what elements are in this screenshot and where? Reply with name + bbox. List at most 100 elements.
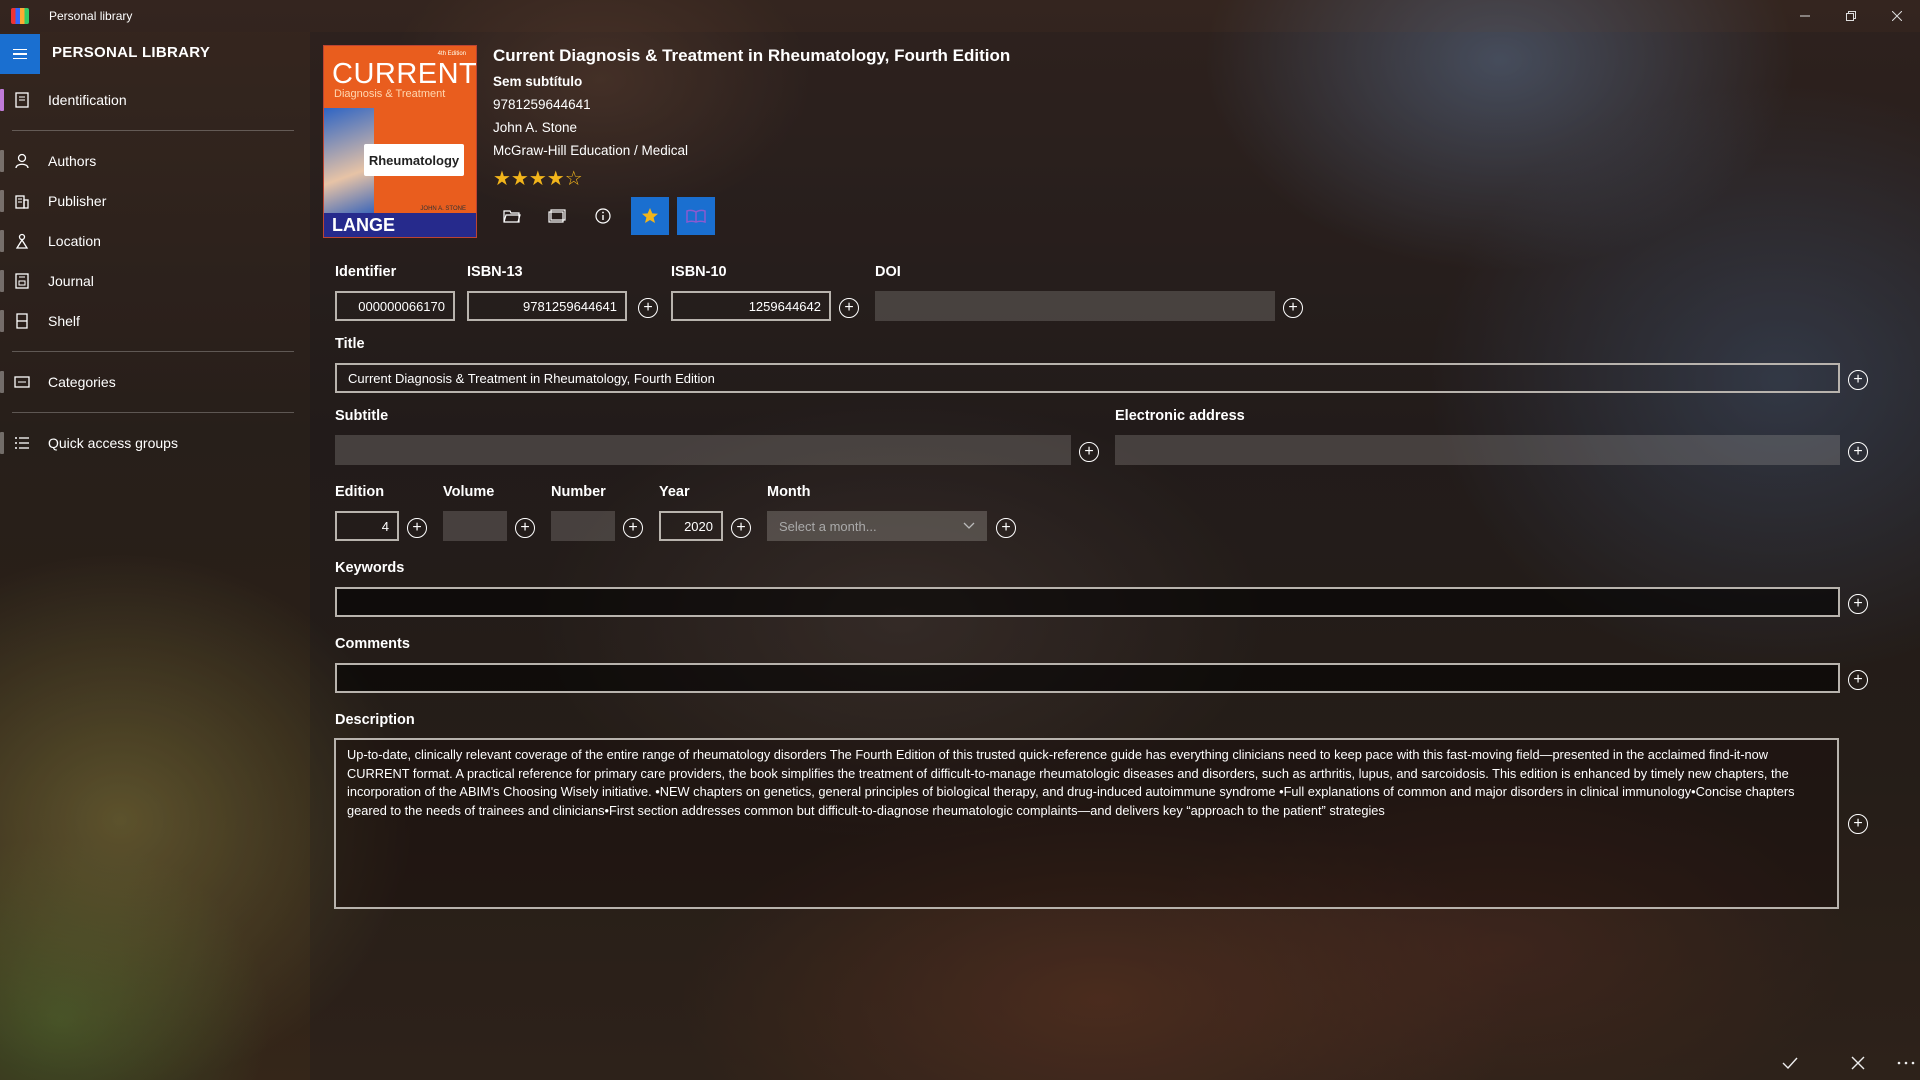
open-folder-button[interactable]	[493, 197, 531, 235]
identifier-field[interactable]: 000000066170	[335, 291, 455, 321]
divider	[12, 130, 294, 131]
info-icon	[595, 208, 611, 224]
sidebar-item-label: Identification	[48, 92, 127, 108]
accept-button[interactable]	[1770, 1048, 1810, 1078]
add-number-button[interactable]: +	[623, 518, 643, 538]
app-icon	[11, 8, 29, 24]
cover-series: CURRENT	[332, 58, 477, 90]
read-button[interactable]	[677, 197, 715, 235]
book-isbn: 9781259644641	[493, 97, 591, 112]
keywords-field[interactable]	[335, 587, 1840, 617]
building-icon	[14, 193, 30, 209]
comments-field[interactable]	[335, 663, 1840, 693]
identifier-label: Identifier	[335, 264, 397, 280]
sidebar-item-label: Journal	[48, 273, 94, 289]
month-select[interactable]: Select a month...	[767, 511, 987, 541]
month-select-placeholder: Select a month...	[779, 518, 877, 534]
id-card-icon	[14, 92, 30, 108]
subtitle-field[interactable]	[335, 435, 1071, 465]
description-label: Description	[335, 712, 415, 728]
sidebar-item-quick-access-groups[interactable]: Quick access groups	[0, 424, 300, 462]
more-options-button[interactable]	[1886, 1048, 1920, 1078]
cover-author: JOHN A. STONE	[420, 206, 466, 212]
app-name: PERSONAL LIBRARY	[52, 44, 211, 61]
year-field[interactable]: 2020	[659, 511, 723, 541]
add-isbn10-button[interactable]: +	[839, 298, 859, 318]
description-field[interactable]: Up-to-date, clinically relevant coverage…	[334, 738, 1839, 909]
electronic-address-field[interactable]	[1115, 435, 1840, 465]
add-month-button[interactable]: +	[996, 518, 1016, 538]
volume-field[interactable]	[443, 511, 507, 541]
sidebar-item-authors[interactable]: Authors	[0, 142, 300, 180]
map-pin-icon	[14, 233, 30, 249]
number-label: Number	[551, 484, 606, 500]
add-isbn13-button[interactable]: +	[638, 298, 658, 318]
add-title-button[interactable]: +	[1848, 370, 1868, 390]
number-field[interactable]	[551, 511, 615, 541]
keywords-label: Keywords	[335, 560, 405, 576]
book-title: Current Diagnosis & Treatment in Rheumat…	[493, 46, 1011, 65]
close-icon	[1851, 1056, 1865, 1070]
check-icon	[1782, 1057, 1798, 1069]
sidebar-item-journal[interactable]: Journal	[0, 262, 300, 300]
add-volume-button[interactable]: +	[515, 518, 535, 538]
edition-field[interactable]: 4	[335, 511, 399, 541]
sidebar-item-label: Categories	[48, 374, 116, 390]
sidebar-item-identification[interactable]: Identification	[0, 81, 300, 119]
add-year-button[interactable]: +	[731, 518, 751, 538]
isbn13-label: ISBN-13	[467, 264, 523, 280]
book-author: John A. Stone	[493, 120, 578, 135]
isbn10-field[interactable]: 1259644642	[671, 291, 831, 321]
sidebar-item-label: Location	[48, 233, 101, 249]
subtitle-label: Subtitle	[335, 408, 389, 424]
month-label: Month	[767, 484, 811, 500]
more-icon	[1897, 1061, 1915, 1065]
add-comments-button[interactable]: +	[1848, 670, 1868, 690]
minimize-button[interactable]	[1782, 0, 1828, 32]
doi-field[interactable]	[875, 291, 1275, 321]
star-icon	[642, 208, 658, 223]
book-cover[interactable]: 4th Edition CURRENT Diagnosis & Treatmen…	[323, 45, 477, 238]
main-content: 4th Edition CURRENT Diagnosis & Treatmen…	[310, 32, 1920, 1080]
add-electronic-address-button[interactable]: +	[1848, 442, 1868, 462]
sidebar-item-publisher[interactable]: Publisher	[0, 182, 300, 220]
restore-button[interactable]	[1828, 0, 1874, 32]
add-subtitle-button[interactable]: +	[1079, 442, 1099, 462]
sidebar-item-shelf[interactable]: Shelf	[0, 302, 300, 340]
info-button[interactable]	[584, 197, 622, 235]
cover-subseries: Diagnosis & Treatment	[334, 88, 446, 100]
cancel-button[interactable]	[1838, 1048, 1878, 1078]
folder-icon	[503, 210, 521, 223]
book-subtitle: Sem subtítulo	[493, 74, 583, 89]
title-label: Title	[335, 336, 365, 352]
sidebar-item-label: Quick access groups	[48, 435, 178, 451]
sidebar-item-label: Authors	[48, 153, 97, 169]
electronic-address-label: Electronic address	[1115, 408, 1245, 424]
tag-icon	[14, 374, 30, 390]
book-publisher: McGraw-Hill Education / Medical	[493, 143, 689, 158]
cover-topic: Rheumatology	[364, 144, 464, 176]
add-keywords-button[interactable]: +	[1848, 594, 1868, 614]
book-icon	[686, 209, 706, 223]
isbn13-field[interactable]: 9781259644641	[467, 291, 627, 321]
image-icon	[548, 209, 566, 223]
sidebar-item-label: Shelf	[48, 313, 80, 329]
restore-icon	[1846, 11, 1856, 21]
edition-label: Edition	[335, 484, 385, 500]
sidebar-item-location[interactable]: Location	[0, 222, 300, 260]
close-window-button[interactable]	[1874, 0, 1920, 32]
favorite-button[interactable]	[631, 197, 669, 235]
window-controls	[1782, 0, 1920, 32]
rating-stars[interactable]: ★★★★☆	[493, 166, 583, 191]
title-field[interactable]: Current Diagnosis & Treatment in Rheumat…	[335, 363, 1840, 393]
add-doi-button[interactable]: +	[1283, 298, 1303, 318]
add-edition-button[interactable]: +	[407, 518, 427, 538]
hamburger-menu-button[interactable]	[0, 34, 40, 74]
cover-edition-tag: 4th Edition	[437, 51, 466, 57]
image-button[interactable]	[538, 197, 576, 235]
isbn10-label: ISBN-10	[671, 264, 727, 280]
person-icon	[14, 153, 30, 169]
journal-icon	[14, 273, 30, 289]
add-description-button[interactable]: +	[1848, 814, 1868, 834]
sidebar-item-categories[interactable]: Categories	[0, 363, 300, 401]
